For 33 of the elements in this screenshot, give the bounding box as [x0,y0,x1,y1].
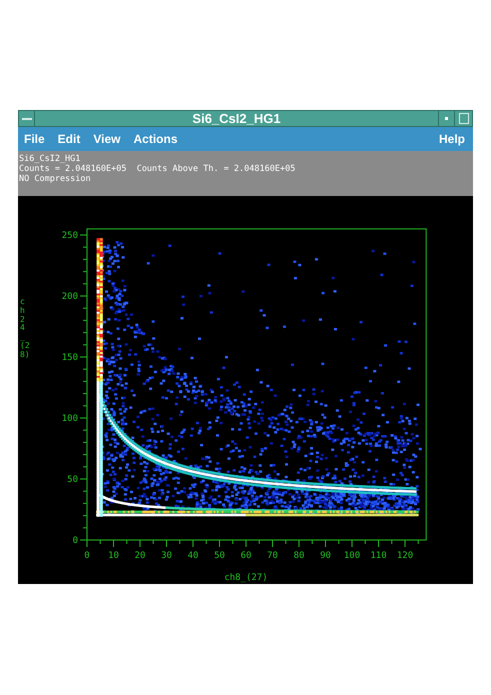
menu-item[interactable]: Edit [58,130,80,148]
y-tick-label: 200 [62,292,78,302]
x-axis-label: ch8_(27) [224,573,268,583]
y-tick-label: 150 [62,353,78,363]
x-tick-label: 100 [344,551,360,561]
x-tick-label: 0 [84,551,90,561]
x-tick-label: 90 [320,551,331,561]
x-tick-label: 20 [134,551,146,561]
y-tick-label: 250 [62,231,78,241]
x-tick-label: 50 [214,551,225,561]
minus-icon [22,118,32,120]
window-title: Si6_CsI2_HG1 [191,112,282,125]
square-icon [458,113,468,124]
x-tick-label: 30 [161,551,172,561]
info-line: NO Compression [19,174,92,184]
info-line: Si6_CsI2_HG1 [19,154,82,164]
info-line: Counts = 2.048160E+05 Counts Above Th. = 2.048160E+05 [19,164,296,174]
y-tick-label: 0 [72,536,78,546]
window-menu-button[interactable] [19,111,35,126]
menu-item[interactable]: View [93,130,120,148]
y-tick-label: 100 [62,414,78,424]
x-tick-label: 120 [396,551,414,561]
x-tick-label: 40 [188,551,198,561]
x-tick-label: 80 [294,551,304,561]
maximize-button[interactable] [454,111,472,126]
x-tick-label: 10 [108,551,119,561]
x-tick-label: 60 [240,551,252,561]
menu-item[interactable]: File [24,130,45,148]
x-tick-label: 70 [267,551,278,561]
menu-item[interactable]: Actions [133,130,178,148]
y-tick-label: 50 [67,475,78,485]
x-tick-label: 110 [370,551,387,561]
menu-item[interactable]: Help [438,130,467,148]
